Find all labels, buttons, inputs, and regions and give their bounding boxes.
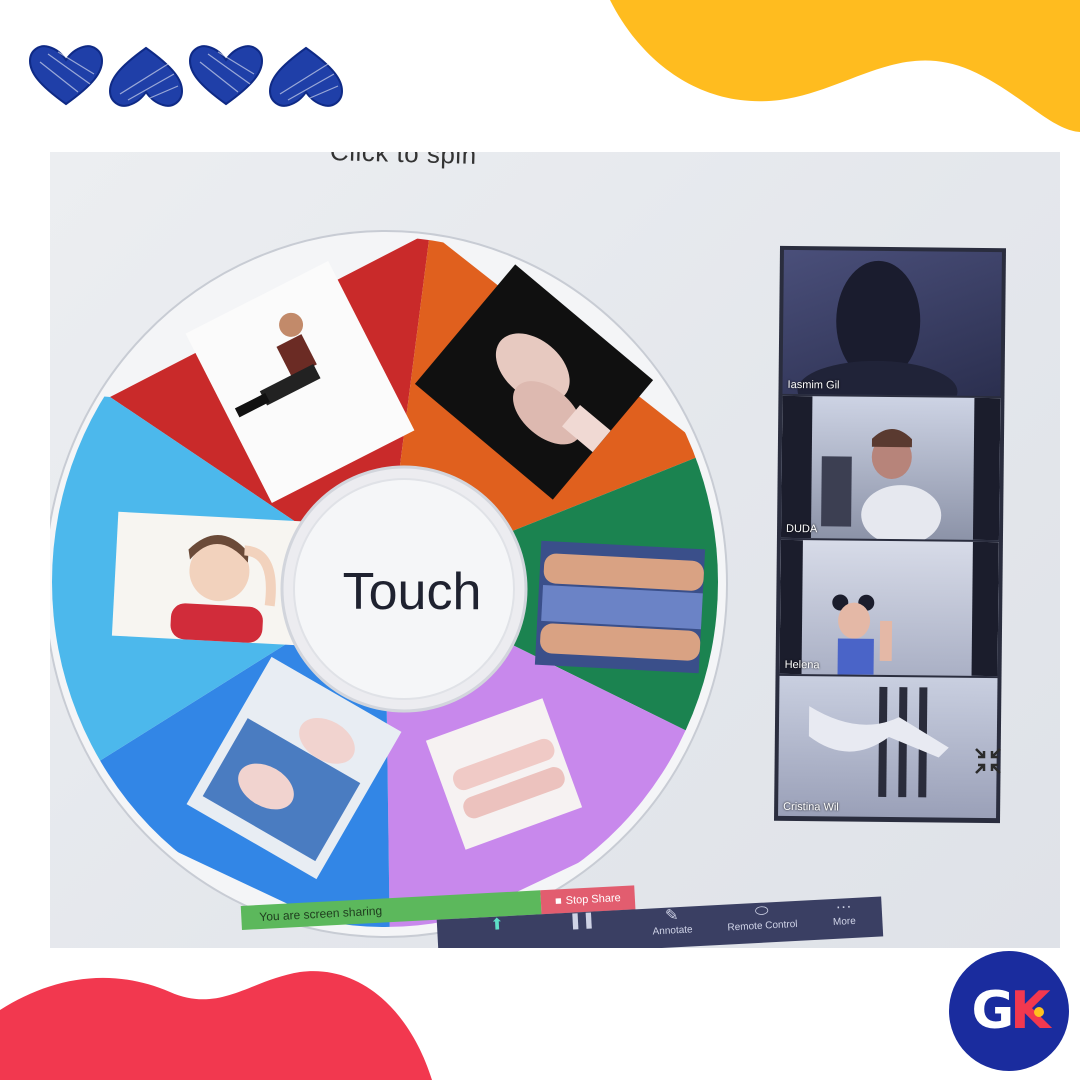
annotate-label: Annotate: [652, 924, 693, 938]
hearts-decoration: [28, 45, 344, 107]
heart-icon: [108, 46, 184, 107]
heart-icon: [188, 45, 264, 106]
stop-icon: ■: [554, 895, 563, 908]
participant-name: Iasmim Gil: [787, 378, 840, 392]
participant-video: [808, 686, 949, 798]
remote-control-label: Remote Control: [727, 918, 798, 934]
pencil-icon: ✎: [664, 907, 679, 925]
participant-video: [797, 260, 958, 397]
participant-name: Cristina Wil: [783, 800, 839, 814]
spin-wheel[interactable]: Touch: [50, 152, 770, 948]
logo-text: GK: [946, 949, 1072, 1073]
participants-panel: Iasmim Gil DUDA Helena Cristina Wil: [773, 245, 1007, 824]
brand-logo: GK: [946, 949, 1072, 1073]
participant-video: [779, 539, 999, 677]
stop-share-label: Stop Share: [565, 892, 621, 907]
more-button[interactable]: ··· More: [821, 897, 866, 928]
participant-tile[interactable]: DUDA: [780, 395, 1001, 541]
red-blob: [0, 971, 432, 1080]
arms-photo: [534, 540, 706, 674]
post-frame: Click to spin Touch Iasmim Gil DUDA Hele…: [0, 0, 1080, 1080]
more-icon: ···: [835, 898, 853, 916]
pause-share-button[interactable]: ❚❚: [567, 911, 598, 931]
more-label: More: [832, 915, 857, 928]
pause-icon: ❚❚: [568, 911, 596, 930]
participant-name: DUDA: [785, 522, 818, 536]
participant-tile[interactable]: Iasmim Gil: [782, 249, 1002, 397]
participant-video: [780, 395, 1001, 541]
share-icon: ⬆: [489, 916, 505, 934]
remote-control-button[interactable]: ⬭ Remote Control: [716, 900, 807, 934]
new-share-button[interactable]: ⬆: [482, 916, 513, 936]
sharing-text: You are screen sharing: [258, 903, 383, 925]
participant-tile[interactable]: Helena: [779, 539, 999, 677]
monitor-screen: Click to spin Touch Iasmim Gil DUDA Hele…: [50, 152, 1060, 948]
logo-dot: [1034, 1007, 1044, 1017]
exit-fullscreen-icon[interactable]: [972, 745, 1004, 777]
heart-icon: [268, 46, 344, 107]
annotate-button[interactable]: ✎ Annotate: [636, 906, 707, 939]
yellow-blob: [610, 0, 1080, 132]
heart-icon: [28, 45, 104, 106]
wheel-center-label: Touch: [343, 563, 482, 621]
participant-tile[interactable]: Cristina Wil: [778, 675, 998, 819]
participant-name: Helena: [784, 658, 820, 672]
